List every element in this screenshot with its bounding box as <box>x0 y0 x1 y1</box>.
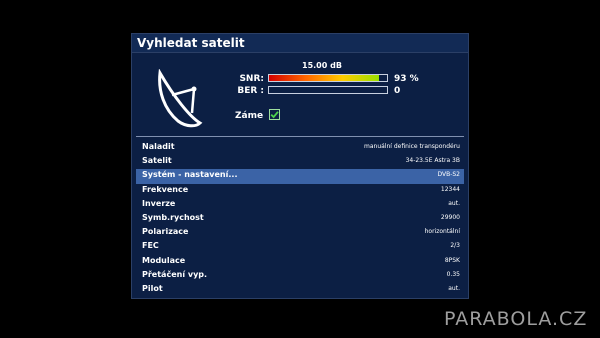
lock-label: Záme <box>235 111 264 121</box>
setting-row[interactable]: Pilot aut. <box>136 283 464 297</box>
setting-label: Frekvence <box>142 184 189 194</box>
setting-value: 2/3 <box>450 242 460 250</box>
setting-value: aut. <box>448 199 460 207</box>
ber-value: 0 <box>394 86 401 96</box>
settings-list: Naladit manuální definice transpondéru Sat… <box>136 141 464 297</box>
setting-row[interactable]: Polarizace horizontální <box>136 226 464 240</box>
setting-label: Přetáčení vyp. <box>142 269 208 279</box>
divider <box>136 136 464 137</box>
ber-label: BER : <box>237 86 264 96</box>
snr-label: SNR: <box>239 74 264 84</box>
setting-label: Satelit <box>142 156 172 166</box>
setting-value: horizontální <box>424 228 460 236</box>
setting-label: Symb.rychost <box>142 212 204 222</box>
setting-row[interactable]: Frekvence 12344 <box>136 184 464 198</box>
setting-row[interactable]: Satelit 34-23.5E Astra 3B <box>136 155 464 169</box>
watermark: PARABOLA.CZ <box>444 308 588 330</box>
setting-label: Inverze <box>142 198 176 208</box>
setting-row[interactable]: Systém - nastavení... DVB-S2 <box>136 169 464 184</box>
lock-checkbox <box>269 109 280 120</box>
snr-bar-fill <box>269 75 379 81</box>
satellite-dish-icon <box>154 68 204 129</box>
setting-label: Polarizace <box>142 227 189 237</box>
setting-row[interactable]: FEC 2/3 <box>136 240 464 254</box>
setting-label: FEC <box>142 241 159 251</box>
setting-row[interactable]: Inverze aut. <box>136 198 464 212</box>
setting-label: Pilot <box>142 283 163 293</box>
setting-label: Naladit <box>142 142 175 151</box>
setting-value: 0.35 <box>446 270 460 278</box>
setting-value: 29900 <box>440 213 460 221</box>
setting-label: Modulace <box>142 255 186 265</box>
setting-value: 34-23.5E Astra 3B <box>405 157 460 165</box>
setting-row[interactable]: Symb.rychost 29900 <box>136 212 464 226</box>
snr-value: 93 % <box>394 74 419 84</box>
setting-value: aut. <box>448 284 460 292</box>
setting-row[interactable]: Modulace 8PSK <box>136 255 464 269</box>
setting-value: 8PSK <box>444 256 460 264</box>
checkmark-icon <box>270 111 279 119</box>
setting-label: Systém - nastavení... <box>142 170 238 180</box>
setting-row[interactable]: Přetáčení vyp. 0.35 <box>136 269 464 283</box>
ber-bar <box>268 86 388 94</box>
signal-level-text: 15.00 dB <box>302 61 342 70</box>
snr-bar <box>268 74 388 82</box>
setting-value: manuální definice transpondéru <box>364 143 460 150</box>
dialog-title: Vyhledat satelit <box>132 34 468 53</box>
setting-value: 12344 <box>440 185 460 193</box>
setting-value: DVB-S2 <box>437 171 460 179</box>
setting-row[interactable]: Naladit manuální definice transpondéru <box>136 141 464 155</box>
satellite-search-dialog: Vyhledat satelit 15.00 dB SNR: 93 % BER … <box>131 33 469 299</box>
